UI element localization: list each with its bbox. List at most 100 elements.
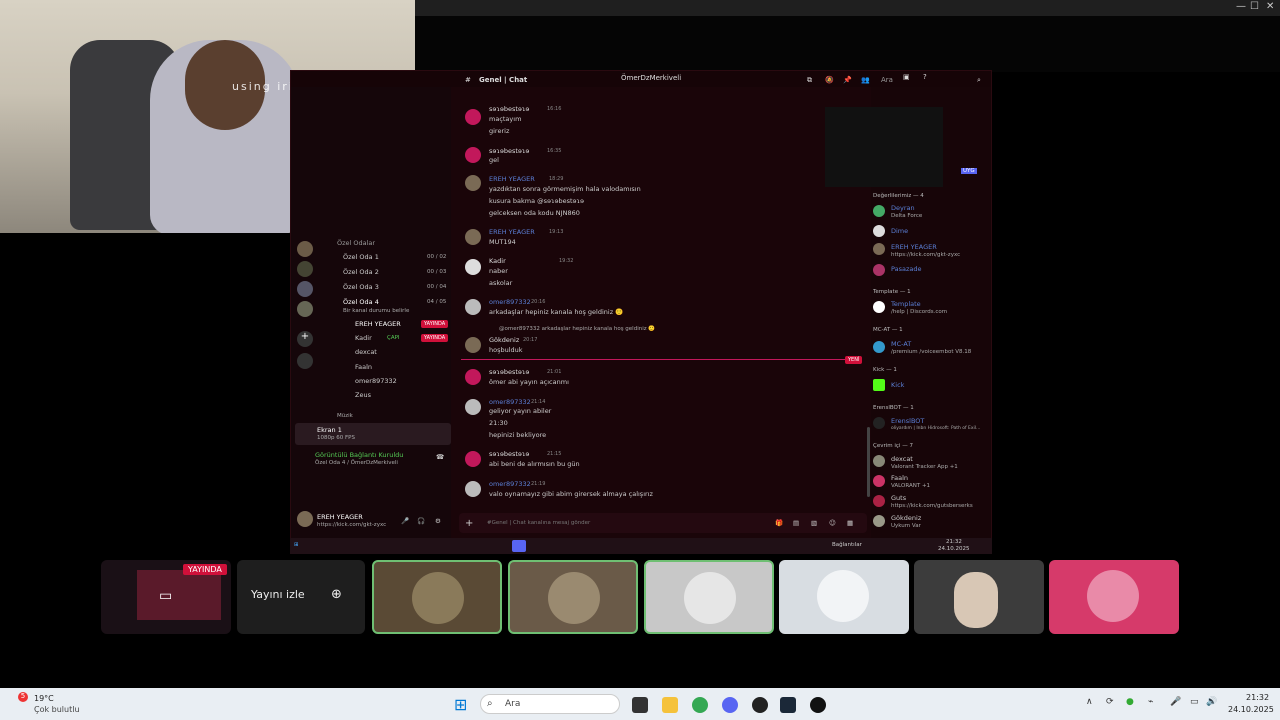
voice-member[interactable]: omer897332 — [355, 377, 397, 385]
avatar[interactable] — [465, 337, 481, 353]
message-author[interactable]: EREH YEAGER — [489, 175, 535, 183]
mic-icon[interactable]: 🎤 — [401, 517, 409, 525]
avatar[interactable] — [465, 147, 481, 163]
attach-icon[interactable]: + — [465, 518, 473, 529]
avatar[interactable] — [465, 299, 481, 315]
participant-camera-tile[interactable] — [914, 560, 1044, 634]
message-author[interactable]: sɘɿɘbestɘɿɘ — [489, 105, 529, 113]
member-name[interactable]: Template — [891, 300, 921, 308]
rooms-category[interactable]: Özel Odalar — [337, 239, 375, 247]
member-name[interactable]: Kick — [891, 381, 904, 389]
avatar[interactable] — [465, 229, 481, 245]
server-icon[interactable] — [297, 261, 313, 277]
explore-icon[interactable] — [297, 353, 313, 369]
participant-tile[interactable] — [644, 560, 774, 634]
member-name[interactable]: MC-AT — [891, 340, 911, 348]
member-name[interactable]: Faaln — [891, 474, 908, 482]
network-icon[interactable]: ⌁ — [1148, 697, 1153, 707]
server-icon[interactable] — [297, 241, 313, 257]
mute-icon[interactable]: 🔕 — [825, 76, 834, 84]
popout-icon[interactable]: ⊕ — [331, 587, 342, 602]
member-name[interactable]: Guts — [891, 494, 906, 502]
avatar[interactable] — [465, 451, 481, 467]
search-box[interactable]: Ara — [881, 76, 893, 84]
close-icon[interactable]: ✕ — [1266, 1, 1274, 12]
room-status[interactable]: Bir kanal durumu belirle — [343, 308, 409, 314]
avatar[interactable] — [465, 259, 481, 275]
mic-icon[interactable]: 🎤 — [1170, 697, 1181, 707]
voice-member[interactable]: Faaln — [355, 363, 372, 371]
message-author[interactable]: Gökdeniz — [489, 336, 519, 344]
avatar[interactable] — [873, 341, 885, 353]
app-icon[interactable] — [810, 697, 826, 713]
member-name[interactable]: EREH YEAGER — [891, 243, 937, 251]
minimize-icon[interactable]: — — [1236, 1, 1246, 12]
headphones-icon[interactable]: 🎧 — [417, 517, 425, 525]
threads-icon[interactable]: ⧉ — [807, 76, 812, 85]
avatar[interactable] — [873, 515, 885, 527]
message-author[interactable]: omer897332 — [489, 298, 531, 306]
taskbar-search[interactable]: ⌕ Ara — [480, 694, 620, 714]
gift-icon[interactable]: 🎁 — [775, 519, 783, 527]
server-icon[interactable] — [297, 301, 313, 317]
member-name[interactable]: Dime — [891, 227, 908, 235]
message-input[interactable]: + #Genel | Chat kanalına mesaj gönder 🎁 … — [459, 513, 867, 533]
start-icon[interactable]: ⊞ — [454, 695, 467, 714]
member-name[interactable]: ErenslBOT — [891, 417, 924, 425]
steam-icon[interactable] — [780, 697, 796, 713]
task-view-icon[interactable] — [632, 697, 648, 713]
gif-icon[interactable]: ▤ — [793, 519, 799, 527]
participant-tile[interactable] — [1049, 560, 1179, 634]
participant-tile[interactable] — [508, 560, 638, 634]
clock-date[interactable]: 24.10.2025 — [1228, 705, 1274, 714]
sync-icon[interactable]: ⟳ — [1106, 697, 1114, 707]
voice-connected-title[interactable]: Görüntülü Bağlantı Kuruldu — [315, 451, 403, 459]
avatar[interactable] — [873, 475, 885, 487]
help-icon[interactable]: ? — [923, 73, 927, 81]
voice-member[interactable]: EREH YEAGER — [355, 320, 401, 328]
avatar[interactable] — [465, 109, 481, 125]
message-author[interactable]: sɘɿɘbestɘɿɘ — [489, 147, 529, 155]
sticker-icon[interactable]: ▧ — [811, 519, 817, 527]
disconnect-icon[interactable]: ☎ — [436, 453, 444, 461]
avatar[interactable] — [873, 225, 885, 237]
reply-preview[interactable]: @omer897332 arkadaşlar hepiniz kanala ho… — [499, 326, 655, 332]
member-name[interactable]: dexcat — [891, 455, 913, 463]
avatar[interactable] — [873, 264, 885, 276]
message-author[interactable]: EREH YEAGER — [489, 228, 535, 236]
avatar[interactable] — [873, 417, 885, 429]
avatar[interactable] — [465, 175, 481, 191]
inbox-icon[interactable]: ▣ — [903, 73, 910, 81]
stream-tile[interactable]: YAYINDA ▭ — [101, 560, 231, 634]
display-icon[interactable]: ▭ — [1190, 697, 1199, 707]
voice-member[interactable]: Zeus — [355, 391, 371, 399]
voice-member[interactable]: Kadir — [355, 334, 372, 342]
file-explorer-icon[interactable] — [662, 697, 678, 713]
participant-tile[interactable] — [779, 560, 909, 634]
member-name[interactable]: Deyran — [891, 204, 915, 212]
pin-icon[interactable]: 📌 — [843, 76, 852, 84]
avatar[interactable] — [465, 481, 481, 497]
screen-share-panel[interactable]: Ekran 1 1080p 60 FPS — [295, 423, 451, 445]
message-author[interactable]: omer897332 — [489, 398, 531, 406]
settings-icon[interactable]: ⚙ — [435, 517, 441, 525]
weather-text[interactable]: Çok bulutlu — [34, 705, 80, 714]
weather-temp[interactable]: 19°C — [34, 694, 54, 703]
member-list-icon[interactable]: 👥 — [861, 76, 870, 84]
add-server-icon[interactable]: + — [297, 331, 313, 347]
message-author[interactable]: sɘɿɘbestɘɿɘ — [489, 450, 529, 458]
avatar[interactable] — [465, 369, 481, 385]
avatar[interactable] — [873, 455, 885, 467]
message-author[interactable]: Kadir — [489, 257, 506, 265]
discord-icon[interactable] — [722, 697, 738, 713]
avatar[interactable] — [873, 243, 885, 255]
maximize-icon[interactable]: ☐ — [1250, 1, 1259, 12]
watch-stream-button[interactable]: Yayını izle — [251, 588, 305, 601]
server-icon[interactable] — [297, 281, 313, 297]
kick-icon[interactable] — [873, 379, 885, 391]
volume-icon[interactable]: 🔊 — [1206, 697, 1217, 707]
clock-time[interactable]: 21:32 — [1246, 693, 1269, 702]
music-category[interactable]: Müzik — [337, 413, 353, 419]
participant-tile[interactable] — [372, 560, 502, 634]
chat-scrollbar[interactable] — [867, 427, 870, 497]
